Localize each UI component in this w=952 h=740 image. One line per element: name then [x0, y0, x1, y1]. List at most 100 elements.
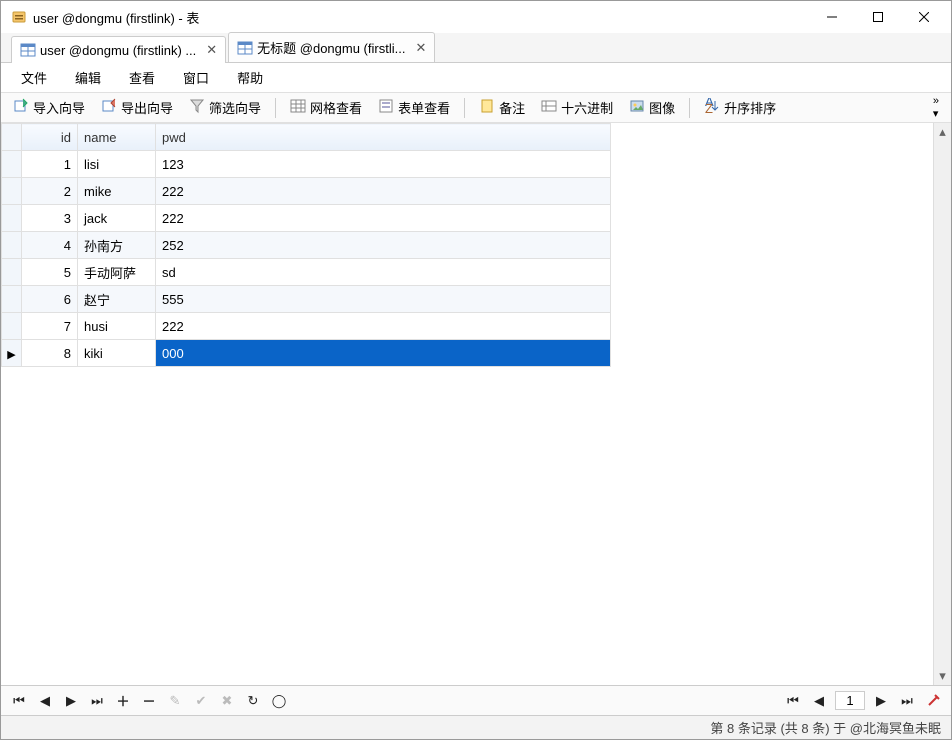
- cell-id[interactable]: 3: [22, 205, 78, 232]
- data-grid[interactable]: id name pwd 1lisi1232mike2223jack2224孙南方…: [1, 123, 933, 685]
- toolbar-label: 备注: [499, 98, 525, 117]
- app-icon: [11, 9, 27, 25]
- cell-name[interactable]: 手动阿萨: [78, 259, 156, 286]
- tabbar: user @dongmu (firstlink) ... ✕ 无标题 @dong…: [1, 33, 951, 63]
- grid-view-button[interactable]: 网格查看: [284, 96, 368, 119]
- scroll-up-icon[interactable]: ▴: [934, 123, 951, 141]
- form-icon: [378, 98, 394, 117]
- table-row[interactable]: 4孙南方252: [2, 232, 611, 259]
- memo-button[interactable]: 备注: [473, 96, 531, 119]
- row-header[interactable]: [2, 232, 22, 259]
- menu-file[interactable]: 文件: [9, 64, 59, 91]
- hex-icon: [541, 98, 557, 117]
- table-row[interactable]: 2mike222: [2, 178, 611, 205]
- filter-wizard-button[interactable]: 筛选向导: [183, 96, 267, 119]
- nav-delete-button[interactable]: －: [139, 691, 159, 711]
- sort-asc-icon: AZ: [704, 98, 720, 117]
- import-wizard-button[interactable]: 导入向导: [7, 96, 91, 119]
- nav-next-button[interactable]: ▶: [61, 691, 81, 711]
- column-header-id[interactable]: id: [22, 124, 78, 151]
- row-header[interactable]: [2, 151, 22, 178]
- cell-pwd[interactable]: 123: [156, 151, 611, 178]
- cell-pwd[interactable]: 222: [156, 178, 611, 205]
- page-number-input[interactable]: [835, 691, 865, 710]
- content-area: id name pwd 1lisi1232mike2223jack2224孙南方…: [1, 123, 951, 685]
- cell-pwd[interactable]: 000: [156, 340, 611, 367]
- toolbar: 导入向导 导出向导 筛选向导 网格查看 表单查看 备注 十六进制: [1, 93, 951, 123]
- page-first-button[interactable]: ⏮: [783, 691, 803, 711]
- nav-cancel-button[interactable]: ✖: [217, 691, 237, 711]
- close-button[interactable]: [901, 2, 947, 32]
- row-header[interactable]: [2, 313, 22, 340]
- nav-add-button[interactable]: ＋: [113, 691, 133, 711]
- cell-id[interactable]: 2: [22, 178, 78, 205]
- tab-close-icon[interactable]: ✕: [206, 42, 217, 58]
- cell-pwd[interactable]: 222: [156, 205, 611, 232]
- cell-name[interactable]: lisi: [78, 151, 156, 178]
- cell-id[interactable]: 4: [22, 232, 78, 259]
- page-next-button[interactable]: ▶: [871, 691, 891, 711]
- cell-pwd[interactable]: sd: [156, 259, 611, 286]
- nav-edit-button[interactable]: ✎: [165, 691, 185, 711]
- menu-window[interactable]: 窗口: [171, 64, 221, 91]
- menu-help[interactable]: 帮助: [225, 64, 275, 91]
- app-window: user @dongmu (firstlink) - 表 user @dongm…: [0, 0, 952, 740]
- table-row[interactable]: 6赵宁555: [2, 286, 611, 313]
- scroll-down-icon[interactable]: ▾: [934, 667, 951, 685]
- form-view-button[interactable]: 表单查看: [372, 96, 456, 119]
- minimize-button[interactable]: [809, 2, 855, 32]
- settings-button[interactable]: [923, 691, 943, 711]
- row-header[interactable]: [2, 259, 22, 286]
- column-header-pwd[interactable]: pwd: [156, 124, 611, 151]
- page-last-button[interactable]: ⏭: [897, 691, 917, 711]
- cell-pwd[interactable]: 555: [156, 286, 611, 313]
- cell-name[interactable]: mike: [78, 178, 156, 205]
- row-header[interactable]: ▶: [2, 340, 22, 367]
- nav-refresh-button[interactable]: ↻: [243, 691, 263, 711]
- column-header-name[interactable]: name: [78, 124, 156, 151]
- nav-last-button[interactable]: ⏭: [87, 691, 107, 711]
- vertical-scrollbar[interactable]: ▴ ▾: [933, 123, 951, 685]
- table-icon: [237, 40, 253, 56]
- separator: [689, 98, 690, 118]
- hex-button[interactable]: 十六进制: [535, 96, 619, 119]
- nav-stop-button[interactable]: ◯: [269, 691, 289, 711]
- cell-name[interactable]: kiki: [78, 340, 156, 367]
- cell-name[interactable]: husi: [78, 313, 156, 340]
- table-row[interactable]: 1lisi123: [2, 151, 611, 178]
- row-header[interactable]: [2, 286, 22, 313]
- toolbar-label: 筛选向导: [209, 98, 261, 117]
- cell-id[interactable]: 8: [22, 340, 78, 367]
- nav-prev-button[interactable]: ◀: [35, 691, 55, 711]
- tab-untitled[interactable]: 无标题 @dongmu (firstli... ✕: [228, 32, 435, 62]
- cell-id[interactable]: 6: [22, 286, 78, 313]
- toolbar-overflow[interactable]: »▾: [927, 93, 945, 122]
- row-header[interactable]: [2, 178, 22, 205]
- toolbar-label: 导入向导: [33, 98, 85, 117]
- menu-edit[interactable]: 编辑: [63, 64, 113, 91]
- cell-name[interactable]: jack: [78, 205, 156, 232]
- row-header-corner[interactable]: [2, 124, 22, 151]
- cell-id[interactable]: 1: [22, 151, 78, 178]
- tab-user-table[interactable]: user @dongmu (firstlink) ... ✕: [11, 36, 226, 63]
- table-row[interactable]: ▶8kiki000: [2, 340, 611, 367]
- cell-name[interactable]: 孙南方: [78, 232, 156, 259]
- sort-asc-button[interactable]: AZ 升序排序: [698, 96, 782, 119]
- cell-name[interactable]: 赵宁: [78, 286, 156, 313]
- nav-commit-button[interactable]: ✔: [191, 691, 211, 711]
- cell-pwd[interactable]: 222: [156, 313, 611, 340]
- row-header[interactable]: [2, 205, 22, 232]
- table-row[interactable]: 5手动阿萨sd: [2, 259, 611, 286]
- menu-view[interactable]: 查看: [117, 64, 167, 91]
- tab-close-icon[interactable]: ✕: [415, 40, 426, 56]
- cell-pwd[interactable]: 252: [156, 232, 611, 259]
- table-row[interactable]: 3jack222: [2, 205, 611, 232]
- image-button[interactable]: 图像: [623, 96, 681, 119]
- maximize-button[interactable]: [855, 2, 901, 32]
- table-row[interactable]: 7husi222: [2, 313, 611, 340]
- cell-id[interactable]: 7: [22, 313, 78, 340]
- export-wizard-button[interactable]: 导出向导: [95, 96, 179, 119]
- page-prev-button[interactable]: ◀: [809, 691, 829, 711]
- nav-first-button[interactable]: ⏮: [9, 691, 29, 711]
- cell-id[interactable]: 5: [22, 259, 78, 286]
